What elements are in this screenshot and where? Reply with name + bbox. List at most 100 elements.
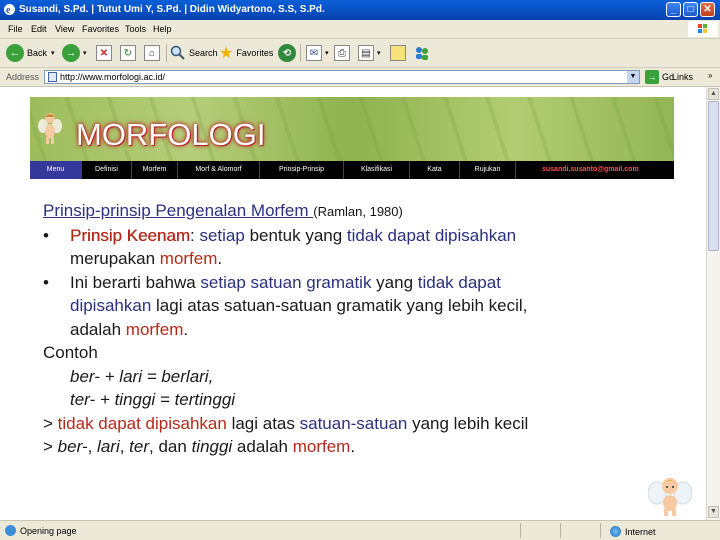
history-button[interactable]: ⟲ [278,42,296,64]
home-icon: ⌂ [144,45,160,61]
nav-morf-alomorf[interactable]: Morf & Alomorf [178,161,260,179]
text: . [183,319,189,339]
text: lagi atas satuan-satuan gramatik yang le… [151,296,528,315]
forward-button[interactable]: → ▾ [62,42,87,64]
nav-definisi[interactable]: Definisi [82,161,132,179]
chevron-down-icon[interactable]: ▼ [627,71,639,83]
menu-tools[interactable]: Tools [125,24,146,34]
forward-arrow-icon: → [62,44,80,62]
text: yang lebih kecil [407,413,529,433]
text: ter [129,437,150,456]
close-button[interactable]: ✕ [700,2,715,17]
zone-label: Internet [625,526,656,537]
vertical-scrollbar[interactable]: ▲ ▼ [706,87,720,520]
text: adalah [70,319,126,339]
status-text: Opening page [20,526,77,536]
scroll-down-icon[interactable]: ▼ [708,506,719,518]
status-bar: Opening page Internet [0,520,720,540]
star-icon: ★ [219,45,234,62]
search-button[interactable]: Search [170,42,218,64]
print-button[interactable]: ⎙ [334,42,350,64]
heading-citation: (Ramlan, 1980) [313,204,403,219]
messenger-button[interactable] [414,42,430,64]
text: ber- [57,437,88,456]
chevron-right-icon[interactable]: » [708,71,712,80]
cupid-icon [38,113,62,144]
article-content: Prinsip-prinsip Pengenalan Morfem (Ramla… [43,199,703,459]
stop-icon: ✕ [96,45,112,61]
edit-button[interactable]: ▤ ▾ [358,42,381,64]
nav-prinsip[interactable]: Prinsip-Prinsip [260,161,344,179]
menu-favorites[interactable]: Favorites [82,24,119,34]
text-highlight: satuan-satuan [299,413,408,433]
back-button[interactable]: ← Back ▾ [6,42,55,64]
toolbar-separator [166,44,167,62]
text: > [43,437,58,456]
site-nav: Menu Definisi Morfem Morf & Alomorf Prin… [30,161,674,179]
text: adalah [232,437,293,456]
text: . [217,249,223,268]
text: tinggi [191,437,233,456]
menu-help[interactable]: Help [153,24,172,34]
refresh-icon: ↻ [120,45,136,61]
article-heading: Prinsip-prinsip Pengenalan Morfem (Ramla… [43,199,703,224]
favorites-label: Favorites [236,48,274,58]
status-divider [520,523,521,538]
menu-file[interactable]: File [8,24,23,34]
text: . [350,437,356,456]
chevron-down-icon: ▾ [325,50,329,57]
text-highlight: dipisahkan [70,296,152,315]
address-label: Address [6,72,40,82]
search-label: Search [189,48,218,58]
nav-kata[interactable]: Kata [410,161,460,179]
chevron-down-icon: ▾ [377,50,381,57]
text-highlight: setiap [199,225,245,245]
minimize-button[interactable]: _ [666,2,681,17]
scroll-up-icon[interactable]: ▲ [708,88,719,100]
go-arrow-icon: → [645,70,659,84]
stop-button[interactable]: ✕ [96,42,112,64]
search-icon [170,45,185,60]
discuss-button[interactable] [390,42,406,64]
nav-rujukan[interactable]: Rujukan [460,161,516,179]
toolbar-separator [300,44,301,62]
menu-view[interactable]: View [55,24,74,34]
mail-icon: ✉ [306,45,322,61]
text-highlight: setiap satuan gramatik [200,272,372,292]
windows-logo-icon [688,21,718,37]
back-arrow-icon: ← [6,44,24,62]
text-highlight: tidak dapat dipisahkan [57,413,227,433]
bullet-2: • Ini berarti bahwa setiap satuan gramati… [43,271,703,295]
refresh-button[interactable]: ↻ [120,42,136,64]
maximize-button[interactable]: □ [683,2,698,17]
contact-email[interactable]: susandi.susanto@gmail.com [542,161,639,179]
nav-klasifikasi[interactable]: Klasifikasi [344,161,410,179]
text: yang [371,272,418,292]
window-title: Susandi, S.Pd. | Tutut Umi Y, S.Pd. | Di… [19,4,325,15]
menu-edit[interactable]: Edit [31,24,47,34]
page-icon [48,72,57,82]
example-2: ter- + tinggi = tertinggi [70,390,236,409]
address-input[interactable]: http://www.morfologi.ac.id/ ▼ [44,70,640,84]
heading-text: Prinsip-prinsip Pengenalan Morfem [43,201,314,220]
status-divider [600,523,601,538]
nav-menu[interactable]: Menu [30,161,82,179]
page-viewport: MORFOLOGI Menu Definisi Morfem Morf & Al… [0,87,706,520]
address-bar: Address http://www.morfologi.ac.id/ ▼ → … [0,68,720,87]
bullet-1: • Prinsip Keenam: setiap bentuk yang tida… [43,224,703,248]
messenger-icon [416,47,428,60]
go-button[interactable]: → Go [645,70,674,84]
links-button[interactable]: Links [672,72,693,82]
text: , [87,437,98,456]
favorites-button[interactable]: ★ Favorites [219,42,273,64]
home-button[interactable]: ⌂ [144,42,160,64]
text: , dan [149,437,192,456]
history-icon: ⟲ [278,44,296,62]
nav-morfem[interactable]: Morfem [132,161,178,179]
principle-title: Prinsip Keenam [70,225,191,245]
site-logo[interactable]: MORFOLOGI [76,117,265,153]
scroll-thumb[interactable] [708,101,719,251]
mail-button[interactable]: ✉ ▾ [306,42,329,64]
toolbar: ← Back ▾ → ▾ ✕ ↻ ⌂ Search ★ Favorites ⟲ … [0,39,720,68]
bullet-marker: • [43,225,49,245]
